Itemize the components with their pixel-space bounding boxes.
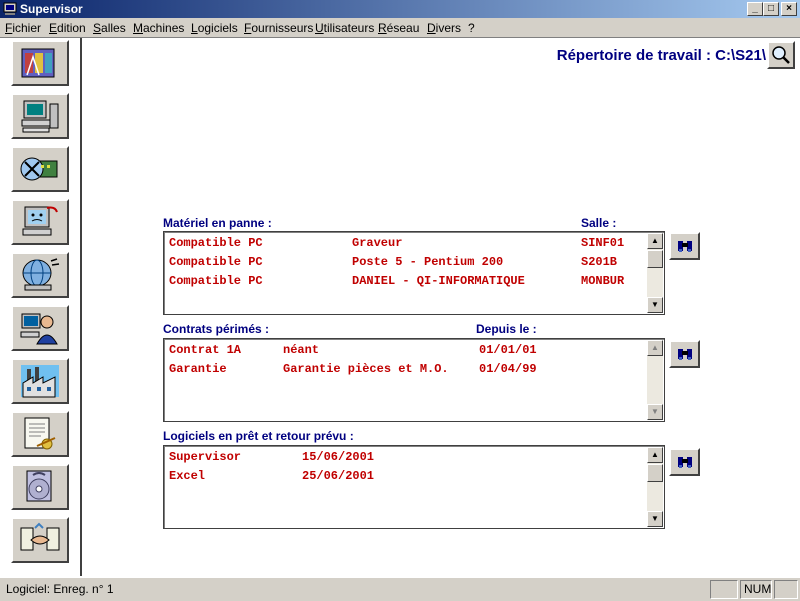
row-name: Supervisor (169, 450, 242, 464)
scroll-down-icon[interactable]: ▼ (647, 297, 663, 313)
row-date: 25/06/2001 (302, 469, 375, 483)
row-date: 01/01/01 (479, 343, 537, 357)
menu-edition[interactable]: Edition (49, 21, 86, 35)
reseau-button[interactable] (11, 252, 69, 298)
contrats-detail-button[interactable] (669, 340, 700, 368)
materiel-detail-button[interactable] (669, 232, 700, 260)
machines-button[interactable] (11, 93, 69, 139)
row-desc: Garantie pièces et M.O. (283, 362, 449, 376)
scroll-up-icon[interactable]: ▲ (647, 447, 663, 463)
utilisateurs-button[interactable] (11, 305, 69, 351)
row-salle: SINF01 (581, 236, 625, 250)
minimize-button[interactable]: _ (747, 2, 763, 16)
contrats-scrollbar[interactable]: ▲ ▼ (647, 340, 663, 420)
factory-icon (21, 365, 59, 398)
salles-button[interactable] (11, 40, 69, 86)
scroll-thumb[interactable] (647, 250, 663, 268)
logiciels-detail-button[interactable] (669, 448, 700, 476)
row-date: 15/06/2001 (302, 450, 375, 464)
menu-utilisateurs[interactable]: Utilisateurs (315, 21, 374, 35)
menu-logiciels[interactable]: Logiciels (191, 21, 238, 35)
logiciels-button[interactable] (11, 146, 69, 192)
depuis-column-label: Depuis le : (476, 322, 537, 336)
maintenance-button[interactable] (11, 199, 69, 245)
search-button[interactable] (767, 41, 795, 69)
window-title: Supervisor (20, 2, 83, 16)
row-name: Excel (169, 469, 206, 483)
row-desc: néant (283, 343, 320, 357)
menu-divers[interactable]: Divers (427, 21, 461, 35)
status-text: Logiciel: Enreg. n° 1 (6, 582, 114, 596)
cd-icon (26, 470, 52, 502)
menu-fichier[interactable]: Fichier (5, 21, 41, 35)
fournisseurs-button[interactable] (11, 517, 69, 563)
maximize-button[interactable]: □ (763, 2, 779, 16)
menu-help[interactable]: ? (468, 21, 475, 35)
menu-reseau[interactable]: Réseau (378, 21, 419, 35)
handshake-icon (20, 522, 60, 551)
tools-icon (20, 157, 58, 181)
network-icon (22, 258, 60, 291)
cd-button[interactable] (11, 464, 69, 510)
row-name: Garantie (169, 362, 227, 376)
row-salle: MONBUR (581, 274, 625, 288)
row-date: 01/04/99 (479, 362, 537, 376)
binoculars-icon (678, 241, 692, 252)
list-item[interactable]: Garantie Garantie pièces et M.O. 01/04/9… (169, 360, 644, 379)
contrats-list[interactable]: Contrat 1A néant 01/01/01 Garantie Garan… (163, 338, 665, 422)
status-bar: Logiciel: Enreg. n° 1 NUM (0, 577, 800, 601)
app-icon[interactable] (3, 2, 17, 16)
contrats-label: Contrats périmés : (163, 322, 270, 336)
logiciels-label: Logiciels en prêt et retour prévu : (163, 429, 354, 443)
sick-computer-icon (22, 206, 58, 236)
list-item[interactable]: Compatible PC DANIEL - QI-INFORMATIQUE M… (169, 272, 644, 291)
salles-icon (21, 48, 55, 78)
binoculars-icon (678, 457, 692, 468)
salle-column-label: Salle : (581, 216, 617, 230)
scroll-up-icon[interactable]: ▲ (647, 340, 663, 356)
row-name: Contrat 1A (169, 343, 242, 357)
status-panel-empty (710, 580, 738, 599)
logiciels-scrollbar[interactable]: ▲ ▼ (647, 447, 663, 527)
contract-icon (24, 417, 56, 450)
scroll-down-icon[interactable]: ▼ (647, 404, 663, 420)
row-salle: S201B (581, 255, 618, 269)
left-toolbar (0, 38, 82, 576)
row-desc: Graveur (352, 236, 403, 250)
row-type: Compatible PC (169, 255, 263, 269)
list-item[interactable]: Compatible PC Graveur SINF01 (169, 234, 644, 253)
logiciels-list[interactable]: Supervisor 15/06/2001 Excel 25/06/2001 ▲… (163, 445, 665, 529)
contrats-button[interactable] (11, 411, 69, 457)
row-type: Compatible PC (169, 274, 263, 288)
list-item[interactable]: Contrat 1A néant 01/01/01 (169, 341, 644, 360)
workdir-label: Répertoire de travail : C:\S21\ (556, 47, 766, 64)
materiel-scrollbar[interactable]: ▲ ▼ (647, 233, 663, 313)
status-panel-grip (774, 580, 798, 599)
menu-fournisseurs[interactable]: Fournisseurs (244, 21, 313, 35)
row-type: Compatible PC (169, 236, 263, 250)
list-item[interactable]: Excel 25/06/2001 (169, 467, 644, 486)
close-button[interactable]: × (781, 2, 797, 16)
row-desc: Poste 5 - Pentium 200 (352, 255, 504, 269)
scroll-down-icon[interactable]: ▼ (647, 511, 663, 527)
row-desc: DANIEL - QI-INFORMATIQUE (352, 274, 525, 288)
title-bar[interactable]: Supervisor _ □ × (0, 0, 800, 18)
scroll-thumb[interactable] (647, 464, 663, 482)
fournisseurs-usine-button[interactable] (11, 358, 69, 404)
materiel-list[interactable]: Compatible PC Graveur SINF01 Compatible … (163, 231, 665, 315)
computer-icon (21, 100, 59, 133)
list-item[interactable]: Supervisor 15/06/2001 (169, 448, 644, 467)
num-lock-indicator: NUM (740, 580, 772, 599)
user-icon (20, 313, 58, 345)
scroll-up-icon[interactable]: ▲ (647, 233, 663, 249)
menu-machines[interactable]: Machines (133, 21, 184, 35)
search-icon (772, 46, 790, 64)
binoculars-icon (678, 349, 692, 360)
menu-salles[interactable]: Salles (93, 21, 126, 35)
materiel-label: Matériel en panne : (163, 216, 272, 230)
list-item[interactable]: Compatible PC Poste 5 - Pentium 200 S201… (169, 253, 644, 272)
menu-bar: Fichier Edition Salles Machines Logiciel… (0, 18, 800, 38)
